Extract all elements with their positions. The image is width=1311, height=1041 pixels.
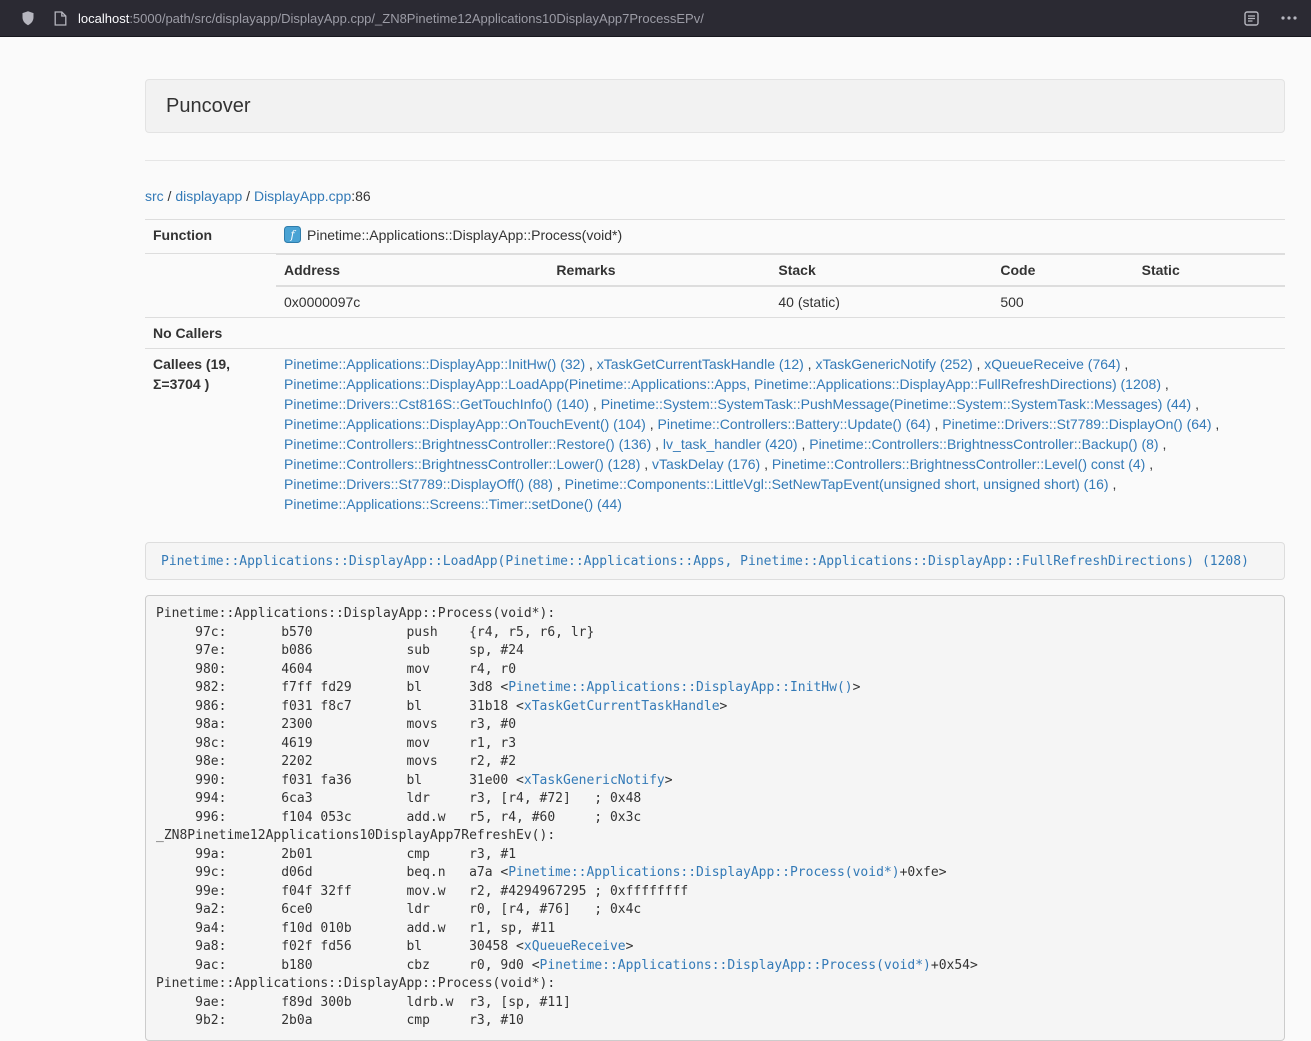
column-header-stack: Stack [770,255,992,287]
no-callers-row: No Callers [145,318,1285,349]
no-callers-cell [276,318,1285,349]
callees-row: Callees (19, Σ=3704 ) Pinetime::Applicat… [145,349,1285,520]
code-symbol-link[interactable]: xTaskGetCurrentTaskHandle [524,699,720,714]
callee-link[interactable]: Pinetime::Controllers::BrightnessControl… [284,456,640,472]
code-symbol-link[interactable]: xTaskGenericNotify [524,773,665,788]
cell-code: 500 [992,286,1133,317]
page-title: Puncover [166,94,1264,118]
callee-link[interactable]: Pinetime::Controllers::Battery::Update()… [658,416,931,432]
callee-link[interactable]: Pinetime::Controllers::BrightnessControl… [284,436,651,452]
metrics-header-row: Address Remarks Stack Code Static [276,255,1285,287]
function-row-label: Function [145,220,276,254]
metrics-row: Address Remarks Stack Code Static 0x0000… [145,254,1285,318]
overflow-menu-icon[interactable] [1281,16,1297,20]
breadcrumb-line-number: :86 [351,188,370,204]
breadcrumb-separator: / [164,188,176,204]
page-icon [54,11,67,26]
browser-toolbar: localhost:5000/path/src/displayapp/Displ… [0,0,1311,37]
app-header-panel: Puncover [145,79,1285,133]
cell-static [1134,286,1285,317]
metrics-data-row: 0x0000097c 40 (static) 500 [276,286,1285,317]
breadcrumb-link-displayapp[interactable]: displayapp [175,188,242,204]
callee-link[interactable]: Pinetime::System::SystemTask::PushMessag… [601,396,1192,412]
breadcrumb: src / displayapp / DisplayApp.cpp:86 [145,186,1285,206]
code-symbol-link[interactable]: Pinetime::Applications::DisplayApp::Proc… [508,865,899,880]
column-header-remarks: Remarks [548,255,770,287]
callee-link[interactable]: lv_task_handler (420) [663,436,798,452]
column-header-address: Address [276,255,548,287]
loadapp-symbol-link[interactable]: Pinetime::Applications::DisplayApp::Load… [161,554,1249,569]
url-text: localhost:5000/path/src/displayapp/Displ… [78,11,704,26]
reader-mode-icon[interactable] [1244,11,1259,26]
callee-link[interactable]: Pinetime::Applications::DisplayApp::Init… [284,356,585,372]
breadcrumb-separator: / [242,188,254,204]
function-row: Function f Pinetime::Applications::Displ… [145,220,1285,254]
callee-link[interactable]: xTaskGenericNotify (252) [815,356,972,372]
callees-label: Callees (19, Σ=3704 ) [145,349,276,520]
metrics-table: Address Remarks Stack Code Static 0x0000… [276,254,1285,317]
symbol-name: Pinetime::Applications::DisplayApp::Proc… [307,227,622,243]
column-header-static: Static [1134,255,1285,287]
callee-link[interactable]: xQueueReceive (764) [984,356,1120,372]
code-symbol-link[interactable]: Pinetime::Applications::DisplayApp::Proc… [540,958,931,973]
callee-link[interactable]: Pinetime::Drivers::St7789::DisplayOff() … [284,476,553,492]
function-icon: f [284,226,301,248]
metrics-cell: Address Remarks Stack Code Static 0x0000… [276,254,1285,318]
callee-link[interactable]: Pinetime::Applications::DisplayApp::Load… [284,376,1161,392]
url-bar[interactable]: localhost:5000/path/src/displayapp/Displ… [54,11,1232,26]
cell-stack: 40 (static) [770,286,992,317]
disassembly: Pinetime::Applications::DisplayApp::Proc… [145,595,1285,1041]
function-name-cell: f Pinetime::Applications::DisplayApp::Pr… [276,220,1285,254]
main-content: Puncover src / displayapp / DisplayApp.c… [145,79,1285,1041]
callee-link[interactable]: Pinetime::Drivers::St7789::DisplayOn() (… [942,416,1211,432]
symbol-table: Function f Pinetime::Applications::Displ… [145,219,1285,519]
callee-link[interactable]: Pinetime::Components::LittleVgl::SetNewT… [565,476,1109,492]
cell-remarks [548,286,770,317]
callee-link[interactable]: Pinetime::Applications::DisplayApp::OnTo… [284,416,646,432]
callee-link[interactable]: Pinetime::Controllers::BrightnessControl… [772,456,1145,472]
no-callers-label: No Callers [145,318,276,349]
column-header-code: Code [992,255,1133,287]
callee-link[interactable]: Pinetime::Applications::Screens::Timer::… [284,496,622,512]
callee-link[interactable]: vTaskDelay (176) [652,456,760,472]
callee-link[interactable]: Pinetime::Controllers::BrightnessControl… [809,436,1158,452]
cell-address: 0x0000097c [276,286,548,317]
url-host: localhost [78,11,129,26]
shield-icon[interactable] [20,10,36,27]
metrics-row-label [145,254,276,318]
callee-link[interactable]: xTaskGetCurrentTaskHandle (12) [597,356,804,372]
breadcrumb-link-src[interactable]: src [145,188,164,204]
callees-list: Pinetime::Applications::DisplayApp::Init… [276,349,1285,520]
callee-link[interactable]: Pinetime::Drivers::Cst816S::GetTouchInfo… [284,396,589,412]
divider [145,160,1285,161]
breadcrumb-link-file[interactable]: DisplayApp.cpp [254,188,351,204]
url-path: :5000/path/src/displayapp/DisplayApp.cpp… [129,11,704,26]
code-panel-heading: Pinetime::Applications::DisplayApp::Load… [145,542,1285,580]
code-symbol-link[interactable]: Pinetime::Applications::DisplayApp::Init… [508,680,852,695]
code-symbol-link[interactable]: xQueueReceive [524,939,626,954]
